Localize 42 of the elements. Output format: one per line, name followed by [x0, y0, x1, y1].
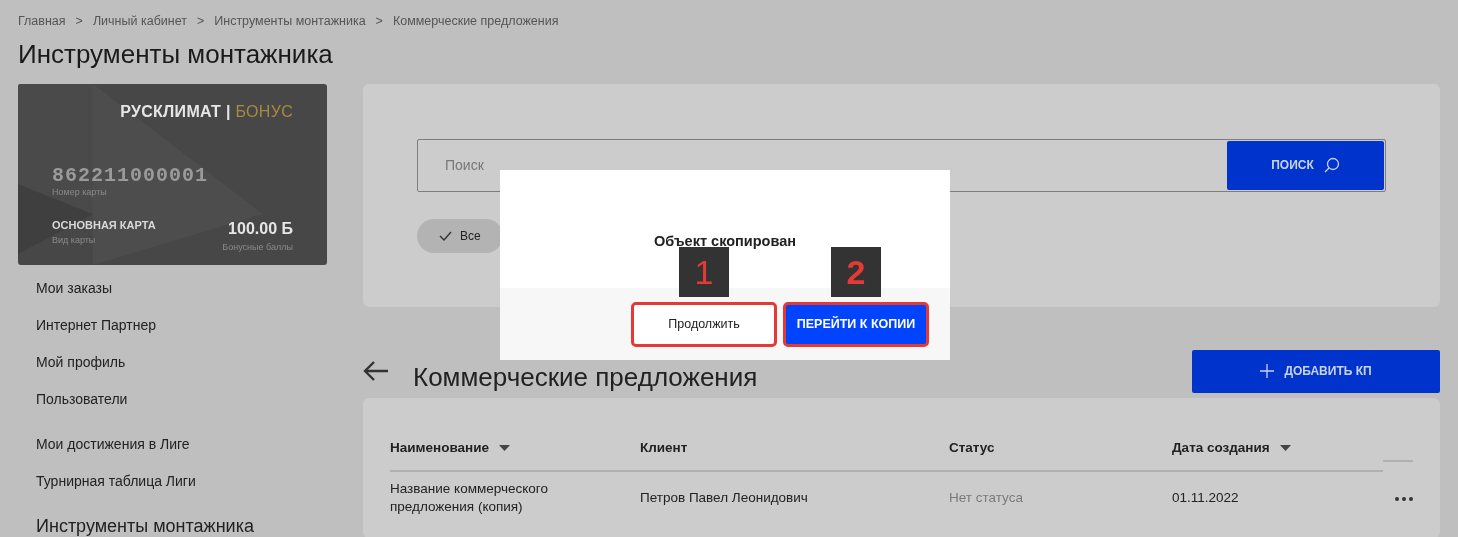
breadcrumb-link[interactable]: Личный кабинет	[92, 12, 187, 31]
annotation-number: 1	[679, 246, 729, 297]
breadcrumb-separator: >	[375, 13, 383, 30]
breadcrumb-separator: >	[75, 13, 83, 30]
search-button[interactable]: ПОИСК	[1227, 140, 1384, 190]
sort-caret-icon[interactable]	[1279, 445, 1291, 452]
breadcrumb-link[interactable]: Главная	[18, 12, 66, 31]
table-cell: 01.11.2022	[1172, 490, 1239, 506]
breadcrumb-link[interactable]: Инструменты монтажника	[214, 12, 366, 31]
check-icon	[439, 230, 452, 241]
table-cell: Нет статуса	[949, 490, 1023, 506]
search-icon	[1323, 157, 1340, 174]
annotation-number: 2	[831, 246, 881, 297]
column-header: Статус	[949, 438, 995, 457]
sidebar-link[interactable]: Мои достижения в Лиге	[36, 430, 327, 458]
section-title: Коммерческие предложения	[413, 363, 758, 392]
breadcrumb-link[interactable]: Коммерческие предложения	[392, 12, 559, 31]
back-arrow-icon[interactable]	[363, 361, 389, 382]
column-header: Клиент	[640, 438, 688, 457]
column-header[interactable]: Дата создания	[1172, 437, 1291, 459]
card-logo: РУСКЛИМАТ | БОНУС	[120, 101, 293, 122]
breadcrumb-separator: >	[196, 13, 205, 30]
card-number: 862211000001	[52, 165, 210, 186]
bonus-balance: 100.00 Б	[227, 219, 293, 240]
sidebar-link[interactable]: Мои заказы	[36, 274, 327, 302]
bonus-balance-label: Бонусные баллы	[222, 241, 293, 255]
sidebar-link[interactable]: Мой профиль	[36, 348, 327, 376]
card-type-label: Вид карты	[52, 233, 97, 247]
table-cell-text: Название коммерческого предложения (копия)	[390, 480, 549, 517]
filter-chip[interactable]: Все	[417, 218, 503, 253]
card-type: ОСНОВНАЯ КАРТА	[52, 218, 156, 234]
sidebar-section-title: Инструменты монтажника	[36, 514, 255, 537]
more-icon[interactable]	[1395, 496, 1413, 501]
sort-caret-icon[interactable]	[499, 445, 511, 452]
column-header[interactable]: Наименование	[390, 437, 511, 459]
sidebar-link[interactable]: Пользователи	[36, 385, 327, 413]
page-title: Инструменты монтажника	[18, 38, 334, 70]
sidebar-link[interactable]: Турнирная таблица Лиги	[36, 467, 327, 495]
table-cell: Петров Павел Леонидович	[640, 490, 808, 506]
add-button[interactable]: ДОБАВИТЬ КП	[1192, 349, 1440, 393]
plus-icon	[1260, 364, 1275, 379]
sidebar-link[interactable]: Интернет Партнер	[36, 311, 327, 339]
